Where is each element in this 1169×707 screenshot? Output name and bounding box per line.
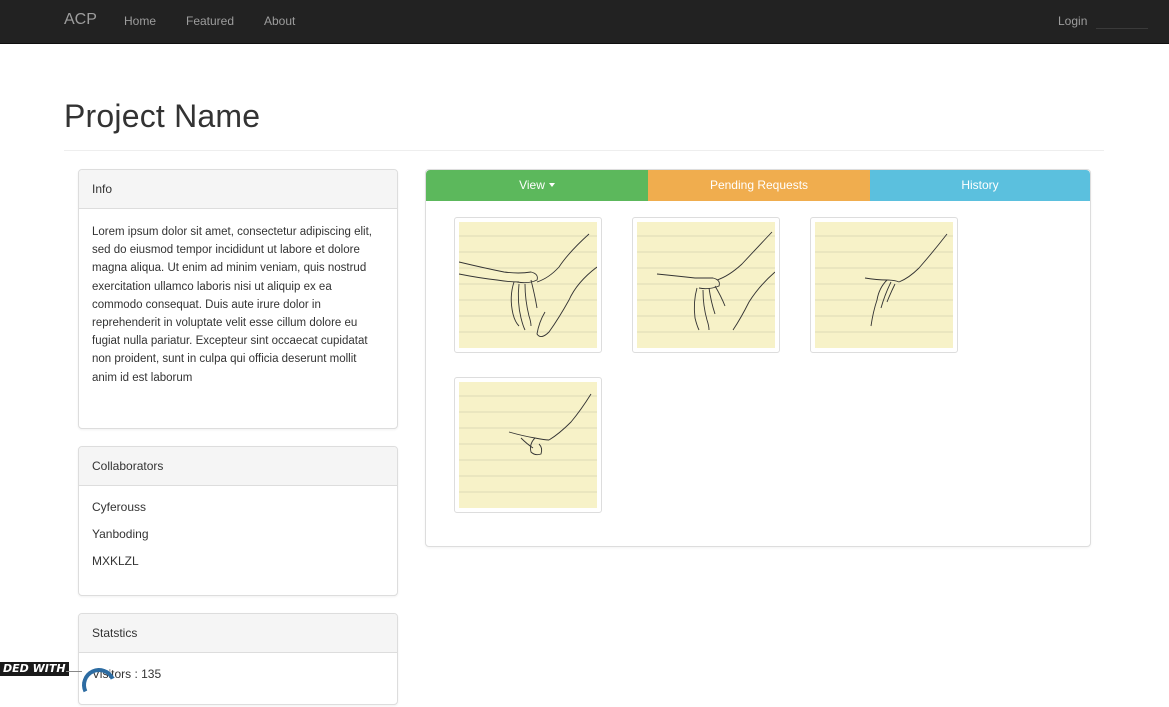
nav-divider — [1096, 28, 1148, 29]
nav-link-featured[interactable]: Featured — [186, 14, 234, 28]
sketch-image — [637, 222, 775, 348]
collaborators-panel: Collaborators Cyferouss Yanboding MXKLZL — [78, 446, 398, 596]
collaborator-name: Cyferouss — [92, 500, 147, 514]
collaborators-list: Cyferouss Yanboding MXKLZL — [79, 486, 397, 589]
sketch-thumbnail[interactable] — [632, 217, 780, 353]
page-title: Project Name — [64, 98, 261, 134]
tab-view[interactable]: View — [426, 170, 648, 201]
tab-pending-requests[interactable]: Pending Requests — [648, 170, 870, 201]
brand-link[interactable]: ACP — [64, 11, 97, 29]
gallery-tab-bar: View Pending Requests History — [426, 170, 1090, 201]
tab-history[interactable]: History — [870, 170, 1090, 201]
nav-link-about[interactable]: About — [264, 14, 295, 28]
caret-down-icon — [548, 182, 555, 187]
sketch-thumbnail[interactable] — [454, 377, 602, 513]
login-link[interactable]: Login — [1058, 14, 1087, 28]
statistics-panel-body: Visitors : 135 — [79, 653, 397, 698]
collaborator-name: MXKLZL — [92, 554, 139, 568]
watermark-rule — [66, 671, 82, 672]
tab-pending-label: Pending Requests — [709, 178, 809, 192]
statistics-panel-heading: Statstics — [79, 614, 397, 653]
collaborators-panel-heading: Collaborators — [79, 447, 397, 486]
info-panel-body: Lorem ipsum dolor sit amet, consectetur … — [92, 226, 372, 384]
tab-history-label: History — [961, 178, 999, 192]
statistics-panel: Statstics Visitors : 135 — [78, 613, 398, 705]
sketch-gallery-panel: View Pending Requests History — [425, 169, 1091, 547]
title-divider — [64, 150, 1104, 151]
sketch-image — [459, 382, 597, 508]
collaborator-name: Yanboding — [92, 527, 149, 541]
tab-view-label: View — [519, 178, 545, 192]
sketch-thumbnail[interactable] — [454, 217, 602, 353]
sketch-image — [459, 222, 597, 348]
info-panel: Info Lorem ipsum dolor sit amet, consect… — [78, 169, 398, 429]
top-navbar: ACP Home Featured About Login — [0, 0, 1169, 44]
info-panel-heading: Info — [79, 170, 397, 209]
nav-link-home[interactable]: Home — [124, 14, 156, 28]
recording-watermark: DED WITH — [0, 662, 69, 676]
sketch-image — [815, 222, 953, 348]
sketch-thumbnail[interactable] — [810, 217, 958, 353]
